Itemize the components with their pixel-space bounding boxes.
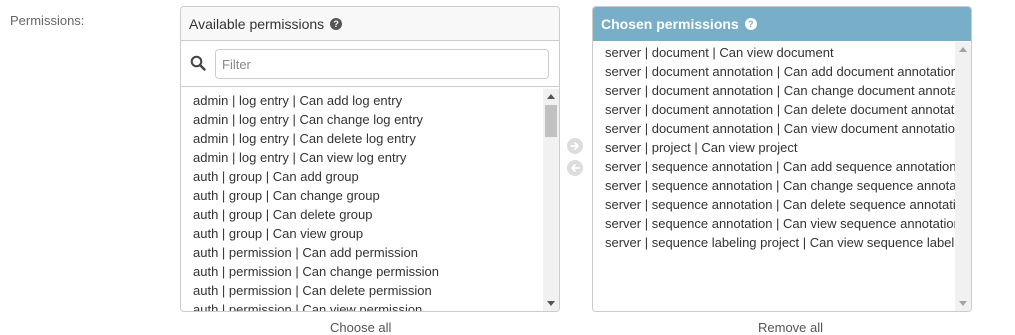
list-item[interactable]: server | sequence annotation | Can chang…: [593, 176, 955, 195]
chosen-permissions-title: Chosen permissions: [601, 16, 739, 32]
available-permissions-title: Available permissions: [189, 15, 325, 32]
chosen-permissions-header: Chosen permissions ?: [593, 7, 971, 41]
question-circle-icon[interactable]: ?: [330, 17, 343, 30]
list-item[interactable]: admin | log entry | Can view log entry: [181, 148, 543, 167]
available-permissions-box: Available permissions ? admin | log entr…: [180, 6, 560, 312]
arrow-right-icon: [570, 142, 579, 150]
available-scrollbar[interactable]: [543, 89, 559, 311]
list-item[interactable]: server | document annotation | Can delet…: [593, 100, 955, 119]
available-permissions-header: Available permissions ?: [181, 7, 559, 41]
list-item[interactable]: server | sequence annotation | Can view …: [593, 214, 955, 233]
remove-selected-button[interactable]: [567, 160, 583, 176]
scroll-down-arrow-icon[interactable]: [959, 301, 967, 306]
list-item[interactable]: server | sequence labeling project | Can…: [593, 233, 955, 252]
scroll-up-arrow-icon[interactable]: [547, 94, 555, 99]
question-circle-icon[interactable]: ?: [744, 18, 757, 30]
filter-input[interactable]: [215, 49, 549, 79]
scroll-thumb[interactable]: [545, 105, 557, 137]
list-item[interactable]: auth | permission | Can delete permissio…: [181, 281, 543, 300]
list-item[interactable]: admin | log entry | Can delete log entry: [181, 129, 543, 148]
list-item[interactable]: auth | group | Can delete group: [181, 205, 543, 224]
chosen-scrollbar[interactable]: [955, 42, 971, 311]
list-item[interactable]: server | sequence annotation | Can delet…: [593, 195, 955, 214]
list-item[interactable]: server | sequence annotation | Can add s…: [593, 157, 955, 176]
scroll-up-arrow-icon[interactable]: [959, 47, 967, 52]
chosen-permissions-list[interactable]: server | document | Can view document ser…: [593, 42, 971, 311]
list-item[interactable]: server | project | Can view project: [593, 138, 955, 157]
list-item[interactable]: server | document | Can view document: [593, 43, 955, 62]
choose-selected-button[interactable]: [567, 138, 583, 154]
list-item[interactable]: admin | log entry | Can add log entry: [181, 91, 543, 110]
permissions-field-label: Permissions:: [10, 13, 85, 28]
list-item[interactable]: auth | group | Can change group: [181, 186, 543, 205]
chosen-permissions-box: Chosen permissions ? server | document |…: [592, 6, 972, 312]
scroll-down-arrow-icon[interactable]: [547, 301, 555, 306]
list-item[interactable]: auth | permission | Can view permission: [181, 300, 543, 311]
search-icon: [190, 55, 206, 71]
list-item[interactable]: auth | group | Can view group: [181, 224, 543, 243]
list-item[interactable]: server | document annotation | Can add d…: [593, 62, 955, 81]
list-item[interactable]: auth | permission | Can change permissio…: [181, 262, 543, 281]
list-item[interactable]: auth | permission | Can add permission: [181, 243, 543, 262]
filter-row: [181, 41, 559, 87]
list-item[interactable]: server | document annotation | Can view …: [593, 119, 955, 138]
list-item[interactable]: auth | group | Can add group: [181, 167, 543, 186]
list-item[interactable]: server | document annotation | Can chang…: [593, 81, 955, 100]
arrow-left-icon: [571, 164, 580, 172]
list-item[interactable]: admin | log entry | Can change log entry: [181, 110, 543, 129]
available-permissions-list[interactable]: admin | log entry | Can add log entry adm…: [181, 89, 559, 311]
